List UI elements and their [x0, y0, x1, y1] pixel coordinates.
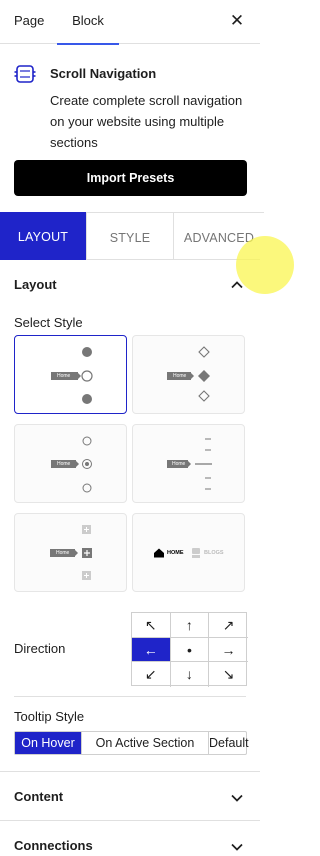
style-preview-diamonds: [167, 346, 210, 402]
tooltip-option-default[interactable]: Default: [209, 732, 249, 754]
tooltip-home-label: Home: [172, 460, 186, 467]
divider: [0, 771, 260, 772]
style-preview-lines: [167, 438, 212, 490]
style-card-dots-filled[interactable]: Home: [14, 335, 127, 414]
style-card-lines[interactable]: Home: [132, 424, 245, 503]
scroll-navigation-icon: [14, 65, 36, 83]
tooltip-option-on-active-section[interactable]: On Active Section: [82, 732, 209, 754]
nav-item-home: HOME: [167, 550, 184, 556]
cursor-highlight: [236, 236, 294, 294]
style-preview-rings: [51, 436, 92, 493]
tab-page[interactable]: Page: [14, 0, 44, 44]
style-card-diamonds[interactable]: Home: [132, 335, 245, 414]
tab-active-underline: [57, 43, 119, 45]
tab-style[interactable]: STYLE: [86, 212, 174, 260]
tooltip-style-label: Tooltip Style: [14, 709, 85, 724]
select-style-label: Select Style: [14, 315, 83, 330]
style-preview-dots: [51, 347, 93, 404]
block-title: Scroll Navigation: [50, 66, 157, 81]
style-preview-squares: [50, 525, 92, 580]
tooltip-style-toggle: On Hover On Active Section Default: [14, 731, 249, 755]
direction-right[interactable]: →: [209, 638, 248, 663]
direction-left[interactable]: ←: [132, 637, 171, 663]
direction-down[interactable]: ↓: [171, 662, 210, 687]
style-preview-icons: [154, 548, 200, 558]
direction-up-right[interactable]: ↗: [209, 613, 248, 638]
direction-up[interactable]: ↑: [170, 613, 210, 638]
chevron-up-icon[interactable]: [230, 278, 244, 292]
layout-panel-title[interactable]: Layout: [14, 277, 57, 292]
nav-item-blogs: BLOGS: [204, 550, 224, 556]
direction-up-left[interactable]: ↖: [132, 613, 171, 638]
direction-down-left[interactable]: ↙: [132, 662, 171, 687]
divider: [0, 820, 260, 821]
direction-down-right[interactable]: ↘: [209, 662, 248, 687]
tooltip-home-label: Home: [173, 372, 187, 379]
tooltip-home-label: Home: [57, 460, 71, 467]
style-card-squares-plus[interactable]: Home: [14, 513, 127, 592]
chevron-down-icon[interactable]: [230, 791, 244, 805]
style-card-rings[interactable]: Home: [14, 424, 127, 503]
tab-block-label: Block: [72, 13, 104, 28]
tooltip-home-label: Home: [57, 372, 71, 379]
chevron-down-icon[interactable]: [230, 840, 244, 854]
tooltip-option-on-hover[interactable]: On Hover: [15, 732, 82, 754]
direction-center[interactable]: •: [170, 637, 210, 663]
tab-layout[interactable]: LAYOUT: [0, 212, 86, 260]
connections-panel-title[interactable]: Connections: [14, 838, 93, 853]
divider: [14, 696, 246, 697]
close-icon[interactable]: ✕: [228, 12, 246, 30]
import-presets-button[interactable]: Import Presets: [14, 160, 247, 196]
style-card-icons-text[interactable]: HOME BLOGS: [132, 513, 245, 592]
content-panel-title[interactable]: Content: [14, 789, 63, 804]
direction-label: Direction: [14, 641, 66, 656]
direction-grid: ↖ ↑ ↗ ← • → ↙ ↓ ↘: [131, 612, 248, 687]
style-tabs: LAYOUT STYLE ADVANCED: [0, 212, 264, 260]
tooltip-home-label: Home: [56, 549, 70, 556]
sidebar-header: Page Block ✕: [0, 0, 260, 45]
tab-block[interactable]: Block: [57, 0, 119, 45]
block-description: Create complete scroll navigation on you…: [50, 93, 243, 150]
